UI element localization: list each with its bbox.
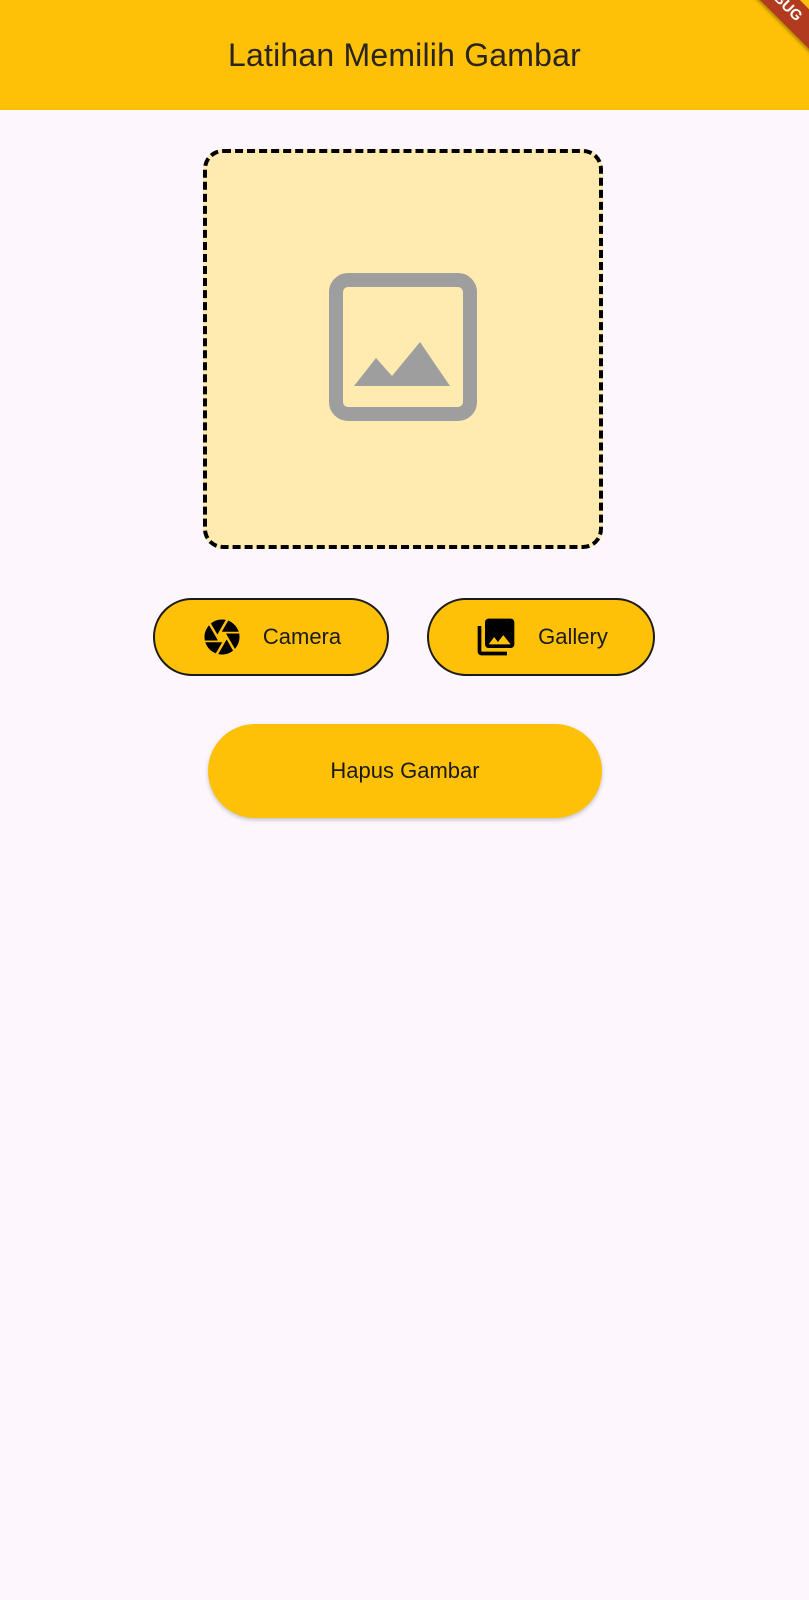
camera-button[interactable]: Camera	[153, 598, 389, 676]
image-placeholder-icon	[328, 272, 478, 427]
camera-icon	[201, 616, 243, 658]
delete-image-button-label: Hapus Gambar	[330, 758, 480, 783]
image-preview-area[interactable]	[203, 149, 603, 549]
delete-image-button[interactable]: Hapus Gambar	[208, 724, 602, 818]
debug-banner: DEBUG	[717, 0, 809, 63]
page-title: Latihan Memilih Gambar	[228, 36, 581, 73]
gallery-button-label: Gallery	[538, 624, 608, 649]
app-bar: Latihan Memilih Gambar DEBUG	[0, 0, 809, 110]
camera-button-label: Camera	[262, 624, 342, 649]
gallery-button[interactable]: Gallery	[427, 598, 655, 676]
photo-library-icon	[474, 615, 518, 659]
